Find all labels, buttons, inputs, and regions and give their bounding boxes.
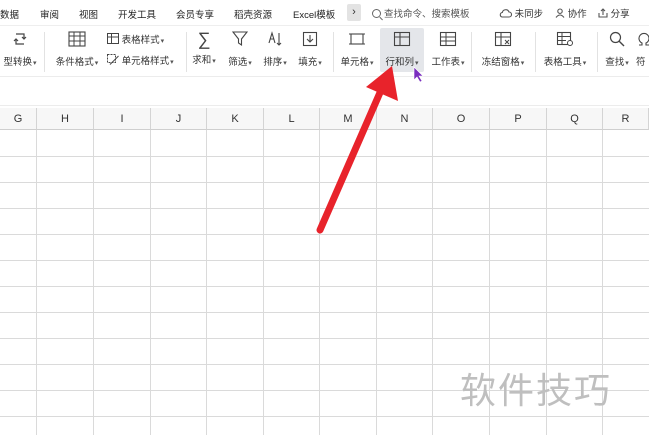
symbol-button[interactable]: 符 [636, 31, 649, 68]
row-column-label: 行和列 [385, 57, 414, 68]
tab-data[interactable]: 数据 [0, 7, 19, 21]
tab-docer[interactable]: 稻壳资源 [234, 7, 272, 21]
omega-icon [638, 32, 649, 46]
filter-button[interactable]: 筛选▾ [226, 31, 254, 68]
filter-icon [232, 31, 248, 47]
sync-status-label: 未同步 [514, 9, 544, 20]
column-header-k[interactable]: K [207, 108, 264, 130]
command-search[interactable]: 查找命令、搜索模板 [372, 6, 470, 20]
fill-icon [302, 31, 318, 47]
row-column-icon [393, 31, 411, 47]
column-header-g[interactable]: G [0, 108, 37, 130]
cell-icon [349, 33, 365, 45]
table-style-button[interactable]: 表格样式▾ [107, 32, 164, 46]
sigma-icon: ∑ [197, 29, 211, 49]
freeze-panes-button[interactable]: 冻结窗格▾ [479, 31, 527, 68]
worksheet-icon [439, 31, 457, 47]
collab-label: 协作 [567, 9, 587, 20]
worksheet-button[interactable]: 工作表▾ [430, 31, 466, 68]
fill-label: 填充 [298, 57, 318, 68]
worksheet-label: 工作表 [431, 57, 460, 68]
ribbon-toolbar: 型转换▾ 条件格式▾ 表格样式▾ 单元格样式▾ ∑ 求和▾ 筛选▾ 排序▾ 填充… [0, 26, 649, 76]
sort-label: 排序 [263, 57, 283, 68]
search-icon [372, 9, 381, 18]
table-style-icon [107, 33, 119, 44]
magnifier-icon [609, 31, 625, 47]
convert-icon [13, 33, 27, 45]
sum-button[interactable]: ∑ 求和▾ [191, 29, 217, 66]
row-column-button[interactable]: 行和列▾ [380, 28, 424, 72]
freeze-panes-icon [494, 31, 512, 47]
column-header-j[interactable]: J [151, 108, 207, 130]
column-header-i[interactable]: I [94, 108, 151, 130]
column-header-r[interactable]: R [603, 108, 649, 130]
conditional-format-button[interactable]: 条件格式▾ [52, 31, 102, 68]
table-tools-button[interactable]: 表格工具▾ [541, 31, 589, 68]
conditional-format-label: 条件格式 [55, 57, 94, 68]
watermark-text: 软件技巧 [460, 371, 613, 412]
cell-button[interactable]: 单元格▾ [339, 31, 375, 68]
find-label: 查找 [605, 57, 625, 68]
tab-developer[interactable]: 开发工具 [118, 7, 156, 21]
cell-style-label: 单元格样式 [121, 56, 170, 67]
column-header-p[interactable]: P [490, 108, 547, 130]
column-header-m[interactable]: M [320, 108, 377, 130]
tab-member[interactable]: 会员专享 [176, 7, 214, 21]
user-icon [555, 8, 565, 18]
conditional-format-icon [68, 31, 86, 47]
cell-label: 单元格 [340, 57, 369, 68]
share-button[interactable]: 分享 [598, 6, 630, 20]
collab-button[interactable]: 协作 [555, 6, 587, 20]
sort-icon [268, 31, 282, 46]
cell-style-button[interactable]: 单元格样式▾ [107, 53, 174, 67]
share-icon [598, 8, 608, 18]
column-header-l[interactable]: L [264, 108, 320, 130]
type-convert-label: 型转换 [3, 57, 32, 68]
tab-view[interactable]: 视图 [79, 7, 98, 21]
column-header-h[interactable]: H [37, 108, 94, 130]
sort-button[interactable]: 排序▾ [261, 31, 289, 68]
sync-status[interactable]: 未同步 [499, 6, 543, 20]
share-label: 分享 [610, 9, 630, 20]
type-convert-button[interactable]: 型转换▾ [0, 31, 40, 68]
fill-button[interactable]: 填充▾ [296, 31, 324, 68]
find-button[interactable]: 查找▾ [602, 31, 632, 68]
column-header-q[interactable]: Q [547, 108, 603, 130]
symbol-label: 符 [636, 57, 646, 68]
filter-label: 筛选 [228, 57, 248, 68]
table-tools-label: 表格工具 [543, 57, 582, 68]
more-tabs-button[interactable]: › [347, 4, 361, 21]
sum-label: 求和 [192, 55, 212, 66]
table-style-label: 表格样式 [121, 35, 160, 46]
formula-bar-area [0, 76, 649, 106]
freeze-panes-label: 冻结窗格 [481, 57, 520, 68]
menu-tab-bar: 数据 审阅 视图 开发工具 会员专享 稻壳资源 Excel模板 › 查找命令、搜… [0, 0, 649, 26]
cloud-sync-icon [499, 9, 513, 18]
column-header-n[interactable]: N [377, 108, 433, 130]
column-header-o[interactable]: O [433, 108, 490, 130]
tab-excel-template[interactable]: Excel模板 [293, 7, 335, 21]
table-tools-icon [556, 31, 573, 46]
cell-style-icon [107, 54, 119, 65]
search-placeholder: 查找命令、搜索模板 [384, 9, 470, 20]
tab-review[interactable]: 审阅 [40, 7, 59, 21]
